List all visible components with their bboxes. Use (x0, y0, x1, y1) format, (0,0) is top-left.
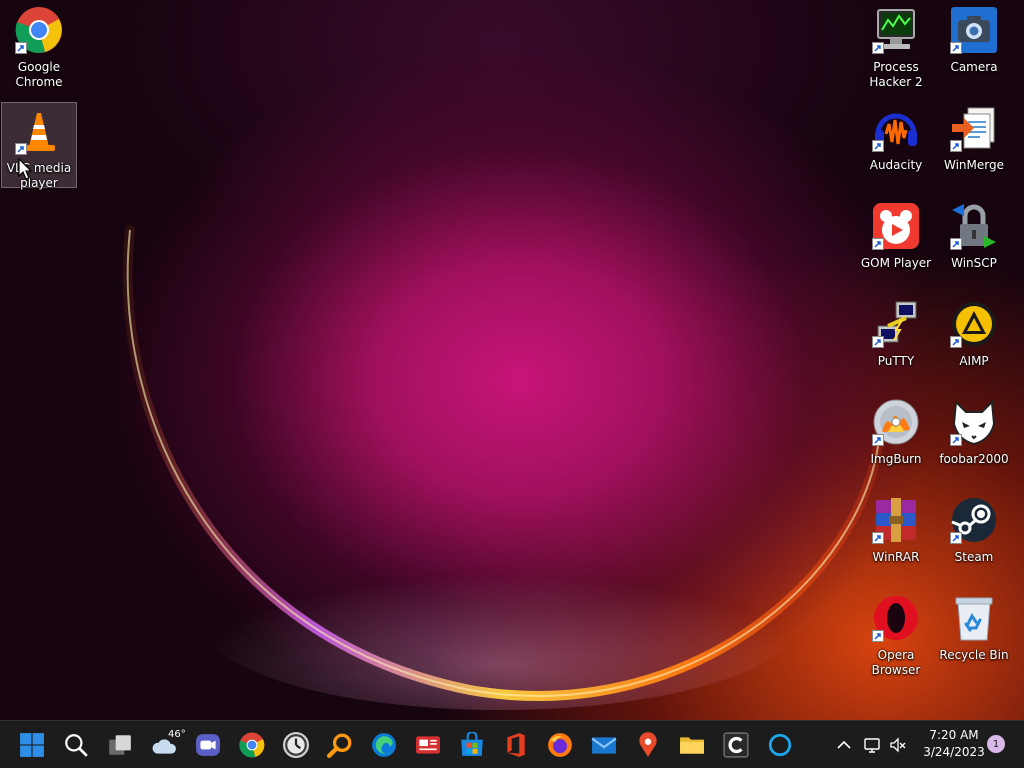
office-icon (507, 733, 525, 757)
taskbar-chrome[interactable] (234, 727, 270, 763)
firefox-icon (548, 733, 572, 757)
shortcut-arrow-icon (872, 238, 884, 250)
shortcut-arrow-icon (15, 143, 27, 155)
edge-icon (372, 733, 396, 757)
desktop-icon-label: WinSCP (951, 256, 997, 270)
desktop-icon-google-chrome[interactable]: Google Chrome (1, 2, 77, 89)
shortcut-arrow-icon (950, 336, 962, 348)
notification-badge[interactable]: 1 (987, 735, 1005, 753)
shortcut-arrow-icon (950, 434, 962, 446)
desktop-icon-imgburn[interactable]: ImgBurn (858, 394, 934, 480)
shortcut-arrow-icon (872, 140, 884, 152)
desktop-icon-label: Steam (954, 550, 994, 564)
desktop-icon-label: ImgBurn (870, 452, 922, 466)
network-icon (864, 738, 880, 753)
clock-time: 7:20 AM (929, 728, 979, 742)
taskbar-clock-app[interactable] (278, 727, 314, 763)
taskbar-edge[interactable] (366, 727, 402, 763)
taskbar-clock[interactable]: 7:20 AM 3/24/2023 (912, 727, 996, 763)
desktop-icon-label: WinRAR (872, 550, 920, 564)
desktop-icon-winscp[interactable]: WinSCP (936, 198, 1012, 284)
desktop-icon-putty[interactable]: PuTTY (858, 296, 934, 382)
recycle-bin-icon (955, 597, 993, 641)
desktop-icon-gom-player[interactable]: GOM Player (858, 198, 934, 284)
desktop-icon-label: Opera Browser (871, 648, 921, 677)
desktop-icon-winrar[interactable]: WinRAR (858, 492, 934, 578)
mail-icon (591, 737, 617, 754)
taskbar-ccleaner[interactable] (718, 727, 754, 763)
desktop-icon-process-hacker-2[interactable]: Process Hacker 2 (858, 2, 934, 89)
taskbar-maps[interactable] (630, 727, 666, 763)
desktop-icon-camera[interactable]: Camera (936, 2, 1012, 88)
desktop-icon-audacity[interactable]: Audacity (858, 100, 934, 186)
taskbar-microsoft-store[interactable] (454, 727, 490, 763)
teams-chat-icon (196, 734, 220, 756)
desktop-icon-label: PuTTY (877, 354, 915, 368)
desktop-icon-foobar2000[interactable]: foobar2000 (936, 394, 1012, 480)
start-button[interactable] (14, 727, 50, 763)
task-view-button[interactable] (102, 727, 138, 763)
clock-date: 3/24/2023 (923, 745, 985, 759)
shortcut-arrow-icon (950, 42, 962, 54)
desktop-icon-label: Recycle Bin (939, 648, 1009, 662)
shortcut-arrow-icon (872, 630, 884, 642)
shortcut-arrow-icon (950, 238, 962, 250)
shortcut-arrow-icon (872, 532, 884, 544)
desktop-icon-label: Google Chrome (15, 60, 63, 89)
clock-app-icon (283, 732, 309, 758)
taskbar-office[interactable] (498, 727, 534, 763)
weather-temperature: 46° (168, 729, 186, 740)
search-icon (65, 734, 88, 757)
show-hidden-icons-button[interactable] (832, 733, 856, 757)
taskbar-teams-chat[interactable] (190, 727, 226, 763)
ccleaner-icon (723, 732, 749, 758)
store-icon (461, 732, 483, 756)
maps-icon (639, 732, 657, 757)
taskbar: 46° 7:20 AM 3/24/2023 (0, 720, 1024, 768)
search-button[interactable] (58, 727, 94, 763)
start-icon (20, 733, 44, 757)
taskbar-firefox[interactable] (542, 727, 578, 763)
desktop-icon-label: AIMP (959, 354, 989, 368)
task-view-icon (109, 735, 131, 755)
taskbar-search-tool[interactable] (322, 727, 358, 763)
cortana-icon (768, 733, 792, 757)
taskbar-mail[interactable] (586, 727, 622, 763)
desktop-icon-opera-browser[interactable]: Opera Browser (858, 590, 934, 677)
chevron-up-icon (837, 740, 851, 749)
desktop-icon-steam[interactable]: Steam (936, 492, 1012, 578)
shortcut-arrow-icon (872, 42, 884, 54)
desktop-icon-winmerge[interactable]: WinMerge (936, 100, 1012, 186)
taskbar-news-app[interactable] (410, 727, 446, 763)
volume-tray-button[interactable] (886, 733, 910, 757)
shortcut-arrow-icon (950, 532, 962, 544)
file-explorer-icon (680, 737, 704, 754)
taskbar-cortana[interactable] (762, 727, 798, 763)
desktop-icon-recycle-bin[interactable]: Recycle Bin (936, 590, 1012, 676)
desktop-icon-label: VLC media player (6, 161, 72, 190)
magnifier-search-icon (327, 733, 352, 758)
desktop-icon-vlc-media-player[interactable]: VLC media player (1, 102, 77, 190)
desktop-icon-label: Audacity (869, 158, 923, 172)
shortcut-arrow-icon (15, 42, 27, 54)
shortcut-arrow-icon (950, 140, 962, 152)
news-app-icon (416, 736, 440, 754)
mouse-cursor-icon (18, 158, 32, 180)
weather-widget[interactable]: 46° (146, 727, 186, 763)
desktop-icon-label: GOM Player (860, 256, 932, 270)
shortcut-arrow-icon (872, 434, 884, 446)
shortcut-arrow-icon (872, 336, 884, 348)
chrome-icon (239, 732, 265, 758)
desktop-icon-label: Camera (950, 60, 998, 74)
taskbar-file-explorer[interactable] (674, 727, 710, 763)
network-tray-button[interactable] (860, 733, 884, 757)
desktop-icon-label: WinMerge (944, 158, 1004, 172)
desktop-icon-label: foobar2000 (939, 452, 1009, 466)
desktop-icon-label: Process Hacker 2 (869, 60, 923, 89)
volume-muted-icon (890, 737, 906, 753)
desktop-icon-aimp[interactable]: AIMP (936, 296, 1012, 382)
